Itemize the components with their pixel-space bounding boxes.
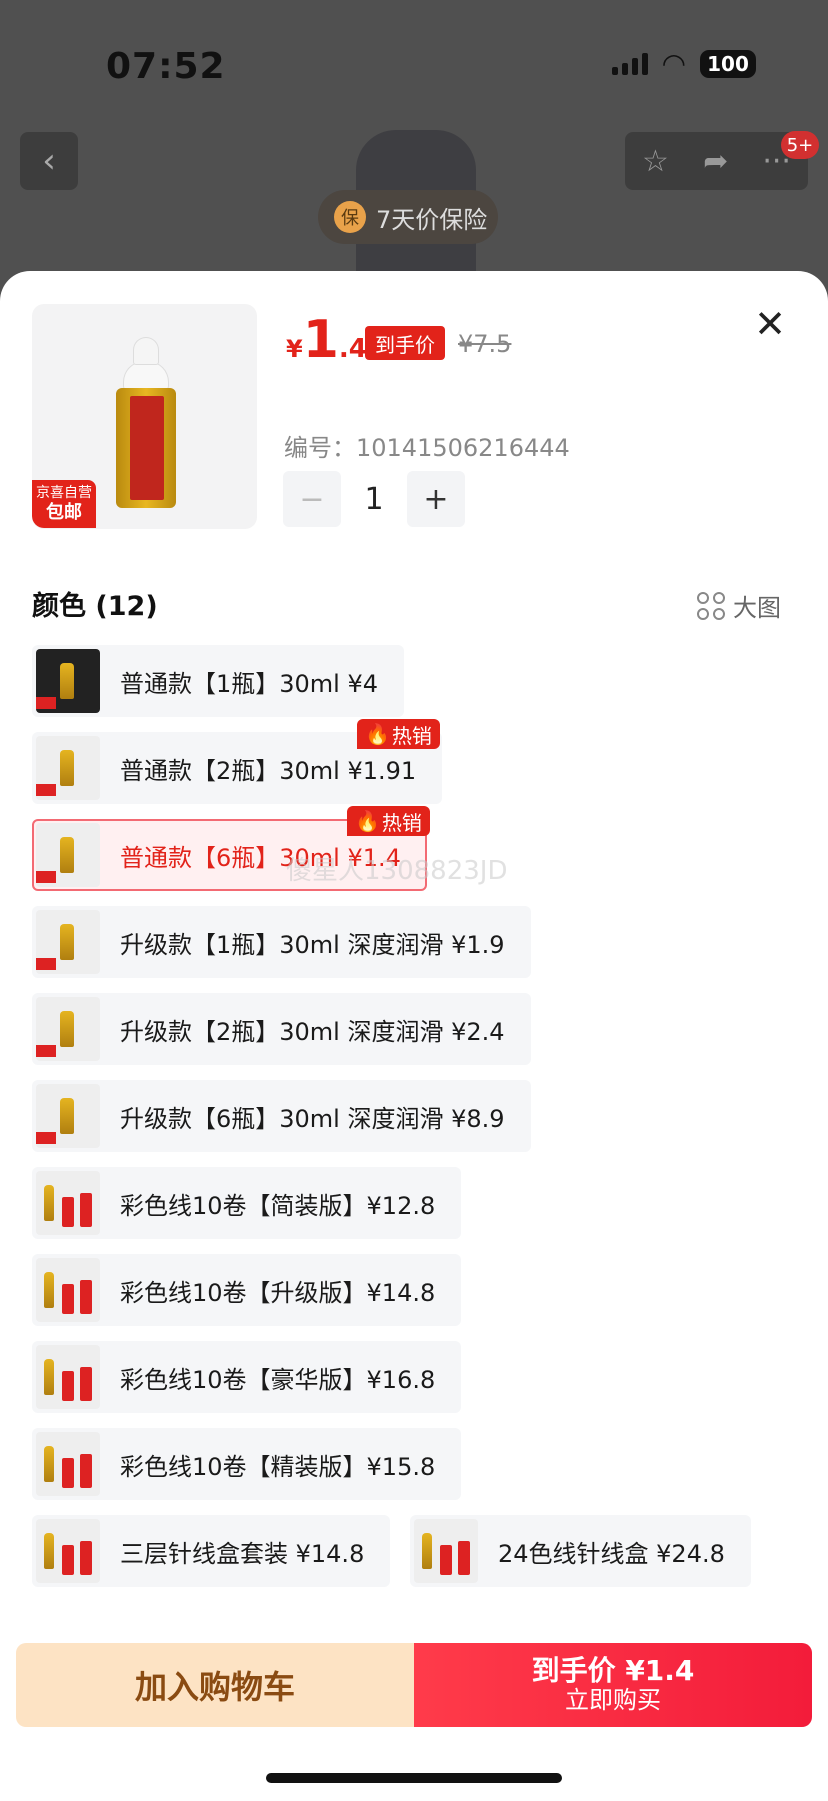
hot-sale-label: 热销	[391, 723, 432, 748]
option-thumbnail	[414, 1519, 478, 1583]
option-label: 普通款【1瓶】30ml ¥4	[120, 669, 379, 698]
bottle-graphic	[116, 338, 176, 508]
insurance-text: 7天价保险	[376, 205, 488, 234]
color-section-title: 颜色 (12)	[32, 591, 158, 622]
option-item[interactable]: 升级款【1瓶】30ml 深度润滑 ¥1.9	[32, 906, 531, 978]
option-item[interactable]: 彩色线10卷【精装版】¥15.8	[32, 1428, 462, 1500]
badge-line2: 包邮	[46, 501, 82, 523]
option-thumbnail	[36, 1519, 100, 1583]
option-thumbnail	[36, 1258, 100, 1322]
buy-now-button[interactable]: 到手价 ¥1.4 立即购买	[414, 1643, 812, 1727]
option-item[interactable]: 彩色线10卷【简装版】¥12.8	[32, 1167, 462, 1239]
self-operated-badge: 京喜自营 包邮	[32, 480, 96, 528]
option-label: 彩色线10卷【豪华版】¥16.8	[120, 1365, 436, 1394]
fire-icon: 🔥	[355, 809, 380, 833]
watermark: 傻星人1308823JD	[286, 856, 508, 886]
option-thumbnail	[36, 1432, 100, 1496]
final-price-tag: 到手价	[365, 326, 445, 360]
battery-icon: 100	[700, 50, 756, 78]
hot-sale-badge: 🔥 热销	[347, 806, 430, 836]
message-count-badge: 5+	[781, 131, 819, 159]
option-label: 24色线针线盒 ¥24.8	[498, 1539, 725, 1568]
option-thumbnail	[36, 736, 100, 800]
wifi-icon: ◠	[661, 47, 686, 80]
status-time: 07:52	[106, 46, 226, 87]
grid-icon	[697, 591, 725, 620]
big-image-label: 大图	[733, 594, 781, 622]
option-label: 三层针线盒套装 ¥14.8	[120, 1539, 365, 1568]
price-integer: 1	[302, 310, 339, 370]
option-thumbnail	[36, 1084, 100, 1148]
status-bar: 07:52 ◠ 100	[0, 0, 828, 130]
badge-line1: 京喜自营	[36, 484, 92, 501]
option-thumbnail	[36, 910, 100, 974]
option-label: 彩色线10卷【升级版】¥14.8	[120, 1278, 436, 1307]
option-item[interactable]: 彩色线10卷【豪华版】¥16.8	[32, 1341, 462, 1413]
option-item[interactable]: 彩色线10卷【升级版】¥14.8	[32, 1254, 462, 1326]
status-icons: ◠ 100	[611, 47, 756, 80]
price-insurance-banner[interactable]: 保 7天价保险	[318, 190, 498, 244]
option-item[interactable]: 升级款【6瓶】30ml 深度润滑 ¥8.9	[32, 1080, 531, 1152]
fire-icon: 🔥	[365, 722, 390, 746]
share-icon[interactable]: ➦	[703, 144, 728, 179]
increase-button[interactable]: +	[407, 471, 465, 527]
back-button[interactable]: ‹	[20, 132, 78, 190]
option-thumbnail	[36, 1345, 100, 1409]
option-label: 升级款【1瓶】30ml 深度润滑 ¥1.9	[120, 930, 505, 959]
insurance-icon: 保	[334, 201, 366, 233]
option-label: 普通款【2瓶】30ml ¥1.91	[120, 756, 417, 785]
option-label: 彩色线10卷【精装版】¥15.8	[120, 1452, 436, 1481]
option-thumbnail	[36, 997, 100, 1061]
buy-price-label: 到手价 ¥1.4	[531, 1654, 695, 1688]
decrease-button[interactable]: −	[283, 471, 341, 527]
favorite-icon[interactable]: ☆	[642, 144, 669, 179]
close-icon[interactable]: ✕	[752, 305, 788, 343]
price-decimal: .4	[338, 334, 367, 364]
signal-icon	[611, 53, 648, 75]
buy-now-label: 立即购买	[565, 1686, 661, 1715]
add-to-cart-button[interactable]: 加入购物车	[16, 1643, 414, 1727]
option-label: 升级款【6瓶】30ml 深度润滑 ¥8.9	[120, 1104, 505, 1133]
action-footer: 加入购物车 到手价 ¥1.4 立即购买	[16, 1643, 812, 1727]
quantity-stepper: − 1 +	[283, 471, 465, 527]
option-item[interactable]: 普通款【1瓶】30ml ¥4	[32, 645, 405, 717]
option-item[interactable]: 三层针线盒套装 ¥14.8	[32, 1515, 391, 1587]
home-indicator[interactable]	[266, 1773, 562, 1783]
price-symbol: ¥	[286, 335, 303, 363]
option-item[interactable]: 升级款【2瓶】30ml 深度润滑 ¥2.4	[32, 993, 531, 1065]
option-label: 升级款【2瓶】30ml 深度润滑 ¥2.4	[120, 1017, 505, 1046]
original-price: ¥7.5	[458, 330, 512, 358]
option-thumbnail	[36, 823, 100, 887]
product-image[interactable]: 京喜自营 包邮	[32, 304, 257, 529]
option-thumbnail	[36, 1171, 100, 1235]
big-image-toggle[interactable]: 大图	[697, 588, 781, 623]
option-item[interactable]: 24色线针线盒 ¥24.8	[410, 1515, 751, 1587]
hot-sale-label: 热销	[381, 810, 422, 835]
option-thumbnail	[36, 649, 100, 713]
quantity-value[interactable]: 1	[341, 482, 407, 517]
option-label: 彩色线10卷【简装版】¥12.8	[120, 1191, 436, 1220]
current-price: ¥ 1 .4	[286, 314, 367, 366]
hot-sale-badge: 🔥 热销	[357, 719, 440, 749]
product-code: 编号：10141506216444	[284, 434, 570, 462]
